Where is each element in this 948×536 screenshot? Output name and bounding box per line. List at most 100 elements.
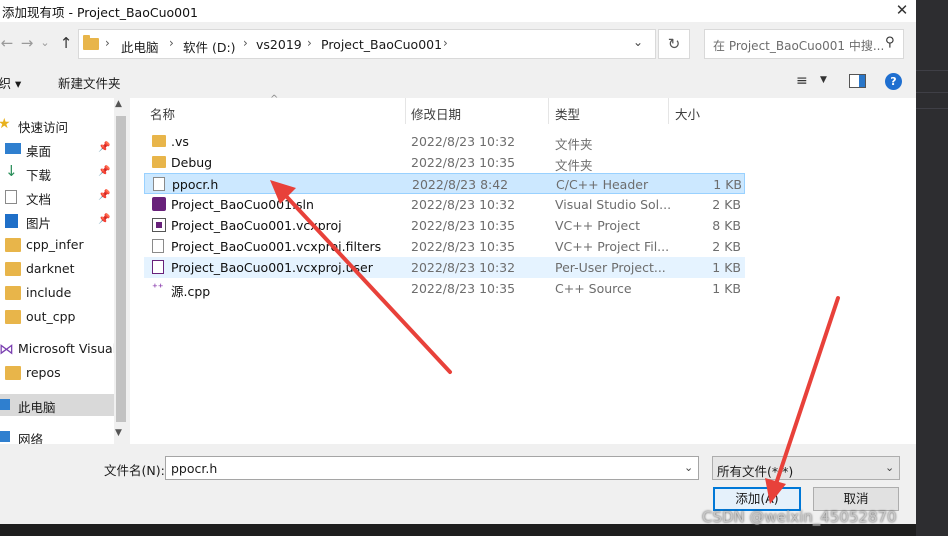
new-folder-button[interactable]: 新建文件夹 [58, 73, 121, 92]
sidebar-item-label: darknet [26, 261, 75, 276]
editor-divider [916, 70, 948, 71]
column-header-type[interactable]: 类型 [549, 98, 669, 124]
column-header-name[interactable]: 名称 [144, 98, 406, 124]
header-file-icon [153, 177, 165, 191]
sidebar-item-label: 此电脑 [18, 400, 56, 415]
download-icon: ↓ [5, 162, 18, 180]
address-history-dropdown-icon[interactable]: ⌄ [633, 35, 643, 49]
file-type: VC++ Project Fil... [555, 239, 670, 254]
column-header-label: 修改日期 [411, 107, 462, 122]
sidebar-item-label: cpp_infer [26, 237, 84, 252]
csdn-watermark: CSDN @weixin_45052870 [702, 508, 897, 526]
folder-icon [83, 35, 99, 50]
search-icon: ⚲ [885, 35, 895, 50]
sidebar-item-out-cpp[interactable]: out_cpp [0, 306, 114, 328]
file-type-filter-select[interactable]: 所有文件(*.*) ⌄ [712, 456, 900, 480]
window-title: 添加现有项 - Project_BaoCuo001 [2, 5, 199, 20]
navigation-pane: ★ 快速访问 桌面 📌 ↓ 下载 📌 文档 📌 图片 📌 cpp_infer d… [0, 98, 114, 444]
pin-icon: 📌 [98, 214, 111, 225]
folder-icon [5, 238, 21, 252]
file-type: 文件夹 [555, 158, 593, 173]
address-bar[interactable]: › 此电脑 › 软件 (D:) › vs2019 › Project_BaoCu… [78, 29, 656, 59]
column-header-date-modified[interactable]: 修改日期 [405, 98, 549, 124]
view-dropdown-icon[interactable]: ▼ [820, 75, 827, 85]
sidebar-item-cpp-infer[interactable]: cpp_infer [0, 234, 114, 256]
filters-file-icon [152, 239, 164, 253]
folder-icon [5, 262, 21, 276]
organize-button[interactable]: 组织 ▾ [0, 73, 21, 92]
sidebar-item-label: repos [26, 365, 61, 380]
network-icon [0, 431, 10, 442]
command-bar: 组织 ▾ 新建文件夹 ≡ ▼ ? [0, 66, 916, 96]
breadcrumb-project[interactable]: Project_BaoCuo001 [321, 37, 442, 52]
star-icon: ★ [0, 116, 11, 132]
sidebar-item-repos[interactable]: repos [0, 362, 114, 384]
file-row[interactable]: ⁺⁺ 源.cpp 2022/8/23 10:35 C++ Source 1 KB [144, 278, 745, 299]
sidebar-item-label: Microsoft Visual [18, 341, 114, 356]
preview-pane-icon[interactable] [849, 74, 866, 88]
sidebar-item-desktop[interactable]: 桌面 📌 [0, 138, 114, 160]
file-name: Debug [171, 155, 213, 170]
file-row[interactable]: Project_BaoCuo001.sln 2022/8/23 10:32 Vi… [144, 194, 745, 215]
scrollbar-thumb[interactable] [116, 116, 126, 422]
help-icon[interactable]: ? [885, 73, 902, 90]
recent-locations-dropdown-icon[interactable]: ⌄ [34, 32, 56, 54]
filename-input[interactable]: ppocr.h ⌄ [165, 456, 699, 480]
sidebar-item-microsoft-visual[interactable]: ⋈ Microsoft Visual [0, 338, 114, 360]
file-size: 2 KB [712, 239, 741, 254]
file-row-selected[interactable]: ppocr.h 2022/8/23 8:42 C/C++ Header 1 KB [144, 173, 745, 194]
breadcrumb-vs2019[interactable]: vs2019 [256, 37, 302, 52]
file-row[interactable]: Project_BaoCuo001.vcxproj.filters 2022/8… [144, 236, 745, 257]
add-existing-item-dialog: 添加现有项 - Project_BaoCuo001 ✕ ← → ⌄ ↑ › 此电… [0, 0, 916, 524]
up-arrow-icon[interactable]: ↑ [55, 32, 77, 54]
breadcrumb-this-pc[interactable]: 此电脑 [121, 37, 159, 56]
column-header-size[interactable]: 大小 [669, 98, 749, 124]
sidebar-item-network[interactable]: 网络 [0, 426, 114, 444]
sidebar-item-label: 文档 [26, 192, 52, 207]
folder-icon [5, 366, 21, 380]
file-type: Per-User Project... [555, 260, 666, 275]
breadcrumb-separator-icon: › [443, 36, 448, 50]
file-row[interactable]: Debug 2022/8/23 10:35 文件夹 [144, 152, 745, 173]
file-name: 源.cpp [171, 284, 211, 299]
file-date: 2022/8/23 10:32 [411, 260, 516, 275]
sidebar-item-downloads[interactable]: ↓ 下载 📌 [0, 162, 114, 184]
sidebar-item-documents[interactable]: 文档 📌 [0, 186, 114, 208]
file-type: C++ Source [555, 281, 632, 296]
desktop-icon [5, 143, 21, 154]
breadcrumb-separator-icon: › [307, 36, 312, 50]
file-row[interactable]: Project_BaoCuo001.vcxproj 2022/8/23 10:3… [144, 215, 745, 236]
filename-label: 文件名(N): [104, 463, 165, 478]
breadcrumb-separator-icon: › [169, 36, 174, 50]
file-date: 2022/8/23 8:42 [412, 177, 509, 192]
sidebar-item-darknet[interactable]: darknet [0, 258, 114, 280]
sidebar-item-this-pc[interactable]: 此电脑 [0, 394, 114, 416]
file-row-hovered[interactable]: Project_BaoCuo001.vcxproj.user 2022/8/23… [144, 257, 745, 278]
search-input[interactable]: 在 Project_BaoCuo001 中搜... ⚲ [704, 29, 904, 59]
close-icon[interactable]: ✕ [888, 0, 916, 22]
file-name: Project_BaoCuo001.sln [171, 197, 314, 212]
editor-background [916, 0, 948, 536]
view-options-icon[interactable]: ≡ [796, 73, 808, 89]
filename-dropdown-icon[interactable]: ⌄ [684, 461, 693, 474]
folder-icon [152, 156, 166, 168]
breadcrumb-drive-d[interactable]: 软件 (D:) [183, 37, 236, 56]
folder-icon [152, 135, 166, 147]
file-row[interactable]: .vs 2022/8/23 10:32 文件夹 [144, 131, 745, 152]
sidebar-item-include[interactable]: include [0, 282, 114, 304]
folder-icon [5, 286, 21, 300]
navigation-pane-scrollbar[interactable]: ▲ ▼ [114, 98, 128, 444]
file-type: VC++ Project [555, 218, 640, 233]
scroll-up-icon[interactable]: ▲ [115, 99, 122, 109]
sidebar-item-pictures[interactable]: 图片 📌 [0, 210, 114, 232]
visual-studio-icon: ⋈ [0, 340, 14, 358]
file-date: 2022/8/23 10:32 [411, 197, 516, 212]
editor-divider [916, 92, 948, 93]
refresh-button[interactable]: ↻ [658, 29, 690, 59]
sidebar-item-label: 下载 [26, 168, 52, 183]
computer-icon [0, 399, 10, 410]
file-size: 2 KB [712, 197, 741, 212]
sidebar-item-quick-access[interactable]: ★ 快速访问 [0, 114, 114, 136]
filter-dropdown-icon: ⌄ [885, 461, 895, 474]
scroll-down-icon[interactable]: ▼ [115, 428, 122, 438]
